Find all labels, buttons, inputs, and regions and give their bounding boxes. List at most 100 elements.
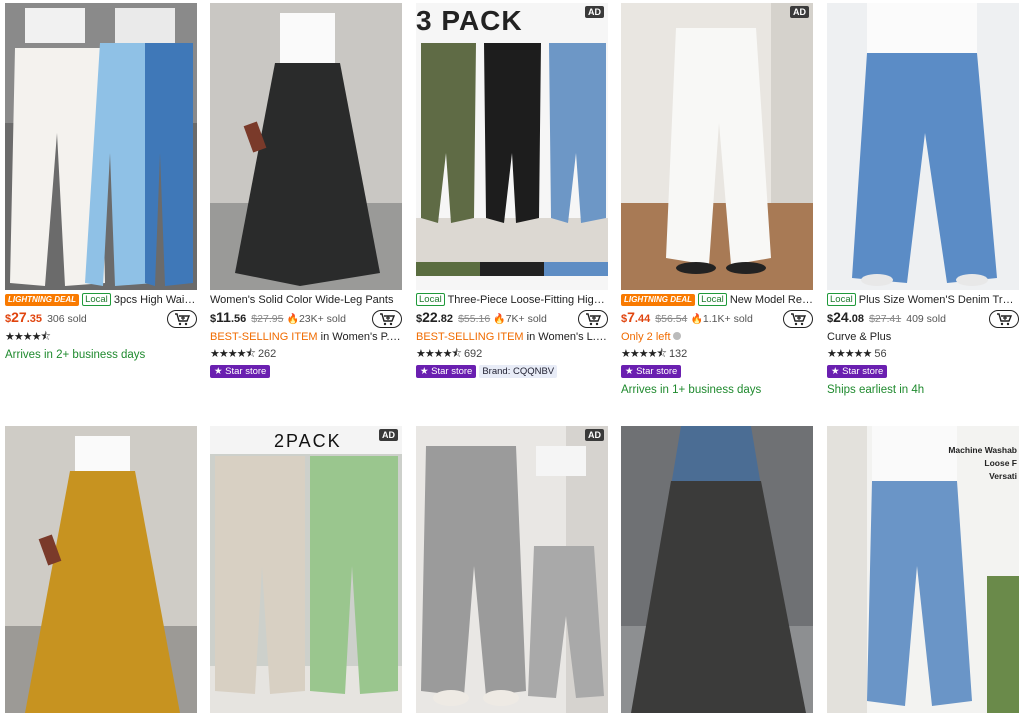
product-card[interactable]: 3 PACK AD Local Three-Piece Loose-Fittin… xyxy=(416,3,608,381)
product-title[interactable]: Three-Piece Loose-Fitting High-... xyxy=(448,294,608,306)
local-badge: Local xyxy=(698,293,727,306)
ad-badge: AD xyxy=(585,429,604,441)
category-label[interactable]: Curve & Plus xyxy=(827,330,1019,347)
delivery-info: Arrives in 2+ business days xyxy=(5,349,146,361)
category-rank[interactable]: BEST-SELLING ITEM in Women's L... xyxy=(416,330,608,347)
price-row: $22.82 $55.16 🔥7K+ sold xyxy=(416,310,608,330)
product-title[interactable]: New Model Rela... xyxy=(730,294,813,306)
product-photo xyxy=(210,426,402,713)
product-photo xyxy=(827,3,1019,290)
product-title[interactable]: Plus Size Women'S Denim Trous... xyxy=(859,294,1019,306)
product-image[interactable] xyxy=(621,426,813,713)
star-rating-icon: ★★★★★ xyxy=(827,348,872,360)
original-price: $55.16 xyxy=(458,313,491,325)
brand-badge[interactable]: Brand: CQQNBV xyxy=(479,365,558,378)
price: $22.82 xyxy=(416,309,453,326)
product-title-line[interactable]: LIGHTNING DEAL Local 3pcs High Waist ... xyxy=(5,293,197,309)
pack-label: 3 PACK xyxy=(416,5,523,36)
product-photo xyxy=(416,3,608,290)
cart-icon xyxy=(380,312,395,325)
lightning-deal-badge: LIGHTNING DEAL xyxy=(5,294,79,306)
cart-icon xyxy=(997,312,1012,325)
product-card[interactable]: Local Plus Size Women'S Denim Trous... $… xyxy=(827,3,1019,398)
flame-icon: 🔥 xyxy=(493,314,506,325)
product-image[interactable] xyxy=(210,3,402,290)
product-image[interactable]: 2PACK AD xyxy=(210,426,402,713)
product-card[interactable]: 2PACK AD xyxy=(210,426,402,713)
pack-label: 2PACK xyxy=(274,431,342,451)
product-title-line[interactable]: Women's Solid Color Wide-Leg Pants xyxy=(210,293,402,309)
rating: ★★★★⯪ 692 xyxy=(416,347,608,363)
feature-label: Machine Washab Loose F Versati xyxy=(948,445,1017,481)
product-photo xyxy=(621,3,813,290)
sold-count: 409 sold xyxy=(906,313,946,325)
cart-icon xyxy=(586,312,601,325)
add-to-cart-button[interactable] xyxy=(783,310,813,328)
product-card[interactable] xyxy=(621,426,813,713)
product-image[interactable] xyxy=(827,3,1019,290)
product-image[interactable]: Machine Washab Loose F Versati xyxy=(827,426,1019,713)
star-store-badge: ★ Star store xyxy=(621,365,682,378)
rating: ★★★★⯪ xyxy=(5,330,197,346)
rating: ★★★★★ 56 xyxy=(827,347,1019,363)
info-icon xyxy=(672,332,681,340)
product-title-line[interactable]: LIGHTNING DEAL Local New Model Rela... xyxy=(621,293,813,309)
original-price: $27.41 xyxy=(869,313,902,325)
product-image[interactable] xyxy=(5,3,197,290)
product-image[interactable]: AD xyxy=(621,3,813,290)
price-row: $7.44 $56.54 🔥1.1K+ sold xyxy=(621,310,813,330)
local-badge: Local xyxy=(827,293,856,306)
star-rating-icon: ★★★★⯪ xyxy=(210,348,256,360)
product-card[interactable]: Women's Solid Color Wide-Leg Pants $11.5… xyxy=(210,3,402,381)
product-card[interactable]: AD xyxy=(416,426,608,713)
sold-count: 7K+ sold xyxy=(505,313,547,325)
product-photo xyxy=(416,426,608,713)
star-store-badge: ★ Star store xyxy=(827,365,888,378)
star-store-badge: ★ Star store xyxy=(416,365,477,378)
add-to-cart-button[interactable] xyxy=(167,310,197,328)
ad-badge: AD xyxy=(790,6,809,18)
star-rating-icon: ★★★★⯪ xyxy=(621,348,667,360)
local-badge: Local xyxy=(416,293,445,306)
product-photo xyxy=(5,426,197,713)
product-title-line[interactable]: Local Plus Size Women'S Denim Trous... xyxy=(827,293,1019,309)
rating: ★★★★⯪ 262 xyxy=(210,347,402,363)
product-card[interactable]: Machine Washab Loose F Versati xyxy=(827,426,1019,713)
price: $24.08 xyxy=(827,309,864,326)
product-image[interactable] xyxy=(5,426,197,713)
product-card[interactable]: LIGHTNING DEAL Local 3pcs High Waist ...… xyxy=(5,3,197,363)
ad-badge: AD xyxy=(379,429,398,441)
original-price: $56.54 xyxy=(655,313,688,325)
add-to-cart-button[interactable] xyxy=(372,310,402,328)
flame-icon: 🔥 xyxy=(286,314,299,325)
cart-icon xyxy=(791,312,806,325)
add-to-cart-button[interactable] xyxy=(989,310,1019,328)
price: $7.44 xyxy=(621,309,651,326)
price-row: $27.35 306 sold xyxy=(5,310,197,330)
cart-icon xyxy=(175,312,190,325)
ad-badge: AD xyxy=(585,6,604,18)
local-badge: Local xyxy=(82,293,111,306)
product-title[interactable]: 3pcs High Waist ... xyxy=(114,294,197,306)
price: $11.56 xyxy=(210,309,247,326)
category-rank[interactable]: BEST-SELLING ITEM in Women's P... xyxy=(210,330,402,347)
product-card[interactable] xyxy=(5,426,197,713)
product-image[interactable]: AD xyxy=(416,426,608,713)
star-rating-icon: ★★★★⯪ xyxy=(5,331,51,343)
product-title[interactable]: Women's Solid Color Wide-Leg Pants xyxy=(210,294,393,306)
product-image[interactable]: 3 PACK AD xyxy=(416,3,608,290)
add-to-cart-button[interactable] xyxy=(578,310,608,328)
delivery-info: Ships earliest in 4h xyxy=(827,384,925,396)
original-price: $27.95 xyxy=(251,313,284,325)
price-row: $24.08 $27.41 409 sold xyxy=(827,310,1019,330)
star-store-badge: ★ Star store xyxy=(210,365,271,378)
rating-count: 56 xyxy=(874,348,887,360)
product-title-line[interactable]: Local Three-Piece Loose-Fitting High-... xyxy=(416,293,608,309)
rating-count: 692 xyxy=(463,348,483,360)
lightning-deal-badge: LIGHTNING DEAL xyxy=(621,294,695,306)
delivery-info: Arrives in 1+ business days xyxy=(621,384,762,396)
product-photo xyxy=(621,426,813,713)
rating-count: 132 xyxy=(668,348,688,360)
product-card[interactable]: AD LIGHTNING DEAL Local New Model Rela..… xyxy=(621,3,813,398)
sold-count: 23K+ sold xyxy=(298,313,346,325)
